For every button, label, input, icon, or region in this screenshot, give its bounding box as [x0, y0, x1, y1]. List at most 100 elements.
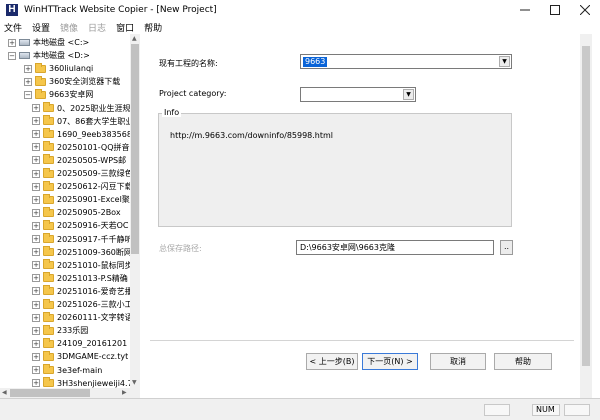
info-url-text: http://m.9663.com/downinfo/85998.html [170, 131, 334, 140]
folder-icon [43, 350, 54, 361]
collapse-icon[interactable]: − [8, 51, 16, 60]
tree-item[interactable]: +20250905-2Box [32, 206, 121, 219]
menu-mirror[interactable]: 镜像 [60, 21, 78, 34]
tree-vertical-scroll-thumb[interactable] [131, 44, 139, 254]
menu-help[interactable]: 帮助 [144, 21, 162, 34]
folder-icon [43, 298, 54, 309]
expand-icon[interactable]: + [32, 195, 40, 204]
expand-icon[interactable]: + [32, 221, 40, 230]
tree-horizontal-scroll-thumb[interactable] [10, 389, 90, 397]
scroll-left-icon[interactable]: ◀ [2, 389, 7, 396]
tree-item[interactable]: +20250101-QQ拼音 [32, 141, 130, 154]
tree-item[interactable]: +360安全浏览器下载 [24, 75, 120, 88]
tree-item[interactable]: +233乐园 [32, 324, 88, 337]
project-name-combo[interactable]: 9663 ▼ [300, 54, 512, 69]
expand-icon[interactable]: + [32, 130, 40, 139]
expand-icon[interactable]: + [32, 326, 40, 335]
tree-item[interactable]: +20251026-三款小工 [32, 298, 133, 311]
project-category-combo[interactable]: ▼ [300, 87, 416, 102]
expand-icon[interactable]: + [32, 287, 40, 296]
back-button[interactable]: < 上一步(B) [306, 353, 358, 370]
tree-item[interactable]: + 本地磁盘 <C:> [8, 36, 89, 49]
menu-window[interactable]: 窗口 [116, 21, 134, 34]
tree-item[interactable]: +20250509-三款绿色 [32, 167, 133, 180]
base-path-field[interactable]: D:\9663安卓网\9663克隆 [296, 240, 494, 255]
expand-icon[interactable]: + [32, 300, 40, 309]
tree-item[interactable]: +1690_9eeb383568 [32, 128, 132, 141]
expand-icon[interactable]: + [32, 248, 40, 257]
tree-item-label: 20250917-千千静听 [57, 234, 133, 244]
close-button[interactable] [570, 0, 600, 20]
tree-item-label: 20250612-闪豆下载 [57, 182, 133, 192]
folder-icon [35, 62, 46, 73]
tree-vertical-scrollbar[interactable]: ▲ ▼ [130, 34, 140, 388]
tree-item[interactable]: +07、86套大学生职业 [32, 115, 133, 128]
expand-icon[interactable]: + [24, 77, 32, 86]
tree-item[interactable]: +20250612-闪豆下载 [32, 180, 133, 193]
tree-item[interactable]: +0、2025职业生涯规 [32, 102, 130, 115]
tree-item[interactable]: +20250916-天若OC [32, 219, 129, 232]
tree-item[interactable]: +20250901-Excel聚 [32, 193, 130, 206]
tree-item[interactable]: − 本地磁盘 <D:> [8, 49, 90, 62]
browse-button[interactable]: .. [500, 240, 513, 255]
tree-item-label: 9663安卓网 [49, 90, 94, 100]
expand-icon[interactable]: + [32, 274, 40, 283]
tree-item[interactable]: +20250917-千千静听 [32, 233, 133, 246]
expand-icon[interactable]: + [32, 339, 40, 348]
menu-settings[interactable]: 设置 [32, 21, 50, 34]
folder-tree[interactable]: + 本地磁盘 <C:> − 本地磁盘 <D:> +360liulanqi +360安全浏览… [0, 34, 140, 398]
expand-icon[interactable]: + [32, 313, 40, 322]
status-cell-empty [484, 404, 510, 416]
scroll-right-icon[interactable]: ▶ [122, 389, 127, 396]
menu-file[interactable]: 文件 [4, 21, 22, 34]
maximize-icon [550, 5, 560, 15]
folder-icon [35, 88, 46, 99]
expand-icon[interactable]: + [32, 352, 40, 361]
next-button[interactable]: 下一页(N) > [362, 353, 418, 370]
status-cell-empty [564, 404, 590, 416]
expand-icon[interactable]: + [32, 169, 40, 178]
expand-icon[interactable]: + [32, 104, 40, 112]
tree-item[interactable]: +20260111-文字转语 [32, 311, 133, 324]
tree-item[interactable]: +20251009-360断网 [32, 246, 132, 259]
tree-item[interactable]: +24109_20161201 [32, 337, 127, 350]
expand-icon[interactable]: + [32, 208, 40, 217]
expand-icon[interactable]: + [32, 261, 40, 270]
expand-icon[interactable]: + [32, 117, 40, 126]
expand-icon[interactable]: + [32, 366, 40, 374]
expand-icon[interactable]: + [32, 235, 40, 243]
tree-item-label: 20250901-Excel聚 [57, 195, 130, 205]
tree-item-label: 24109_20161201 [57, 339, 128, 349]
tree-horizontal-scrollbar[interactable]: ◀ ▶ [0, 388, 140, 398]
minimize-button[interactable] [510, 0, 540, 20]
tree-item[interactable]: +360liulanqi [24, 62, 93, 75]
expand-icon[interactable]: + [8, 38, 16, 47]
folder-icon [43, 324, 54, 335]
tree-item[interactable]: +20250505-WPS邮 [32, 154, 126, 167]
scroll-up-icon[interactable]: ▲ [132, 35, 137, 42]
expand-icon[interactable]: + [32, 143, 40, 152]
tree-item[interactable]: +20251016-爱奇艺播 [32, 285, 133, 298]
cancel-button[interactable]: 取消 [430, 353, 486, 370]
tree-item[interactable]: +20251010-鼠标同步 [32, 259, 133, 272]
expand-icon[interactable]: + [32, 182, 40, 191]
dropdown-arrow-icon[interactable]: ▼ [403, 89, 414, 100]
folder-icon [43, 285, 54, 296]
expand-icon[interactable]: + [32, 379, 40, 388]
folder-icon [43, 219, 54, 230]
expand-icon[interactable]: + [32, 156, 40, 165]
scroll-down-icon[interactable]: ▼ [132, 379, 137, 386]
panel-vertical-scroll-thumb[interactable] [582, 46, 590, 366]
tree-item[interactable]: − 9663安卓网 [24, 88, 93, 101]
dropdown-arrow-icon[interactable]: ▼ [499, 56, 510, 67]
menu-bar: 文件 设置 镜像 日志 窗口 帮助 [0, 20, 600, 34]
collapse-icon[interactable]: − [24, 90, 32, 99]
tree-item[interactable]: +20251013-P.S精确 [32, 272, 128, 285]
expand-icon[interactable]: + [24, 64, 32, 73]
help-button[interactable]: 帮助 [494, 353, 552, 370]
maximize-button[interactable] [540, 0, 570, 20]
panel-vertical-scrollbar[interactable] [580, 34, 592, 398]
tree-item[interactable]: +3DMGAME-ccz.tyt [32, 350, 128, 363]
tree-item[interactable]: +3e3ef-main [32, 364, 102, 377]
menu-log[interactable]: 日志 [88, 21, 106, 34]
